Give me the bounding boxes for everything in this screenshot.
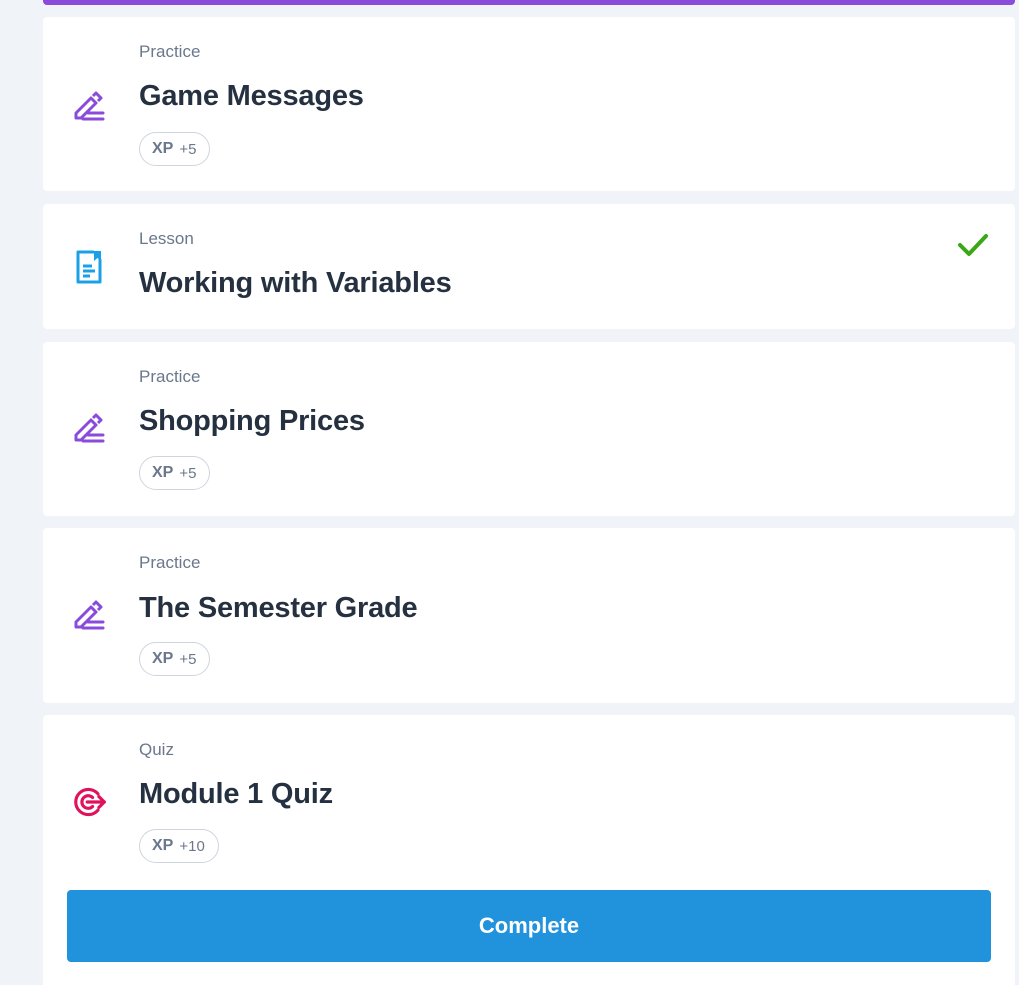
pencil-lines-icon	[71, 409, 107, 445]
pencil-lines-icon	[71, 87, 107, 123]
xp-badge: XP +10	[139, 829, 219, 863]
xp-badge: XP +5	[139, 642, 211, 676]
section-accent-bar	[43, 0, 1015, 5]
xp-label: XP	[152, 837, 174, 854]
list-item-working-with-variables[interactable]: Lesson Working with Variables	[43, 204, 1015, 329]
checkmark-icon	[957, 232, 989, 263]
item-type-label: Practice	[139, 42, 201, 61]
item-title[interactable]: Game Messages	[139, 79, 364, 113]
item-type-label: Practice	[139, 553, 201, 572]
xp-value: +10	[179, 837, 205, 855]
list-item-the-semester-grade[interactable]: Practice The Semester Grade XP +5	[43, 528, 1015, 703]
xp-value: +5	[179, 464, 197, 482]
item-type-label: Lesson	[139, 229, 194, 248]
xp-label: XP	[152, 650, 174, 667]
item-title[interactable]: Working with Variables	[139, 266, 452, 300]
xp-badge: XP +5	[139, 132, 211, 166]
pencil-lines-icon	[71, 596, 107, 632]
xp-badge: XP +5	[139, 456, 211, 490]
target-icon	[71, 784, 107, 820]
list-item-module-1-quiz[interactable]: Quiz Module 1 Quiz XP +10 Complete	[43, 715, 1015, 985]
list-item-shopping-prices[interactable]: Practice Shopping Prices XP +5	[43, 342, 1015, 516]
xp-value: +5	[179, 650, 197, 668]
item-title[interactable]: The Semester Grade	[139, 591, 418, 625]
item-title[interactable]: Shopping Prices	[139, 404, 365, 438]
item-type-label: Practice	[139, 367, 201, 386]
document-bookmark-icon	[71, 249, 107, 285]
complete-button[interactable]: Complete	[67, 890, 991, 962]
xp-label: XP	[152, 140, 174, 157]
item-type-label: Quiz	[139, 740, 174, 759]
list-item-game-messages[interactable]: Practice Game Messages XP +5	[43, 17, 1015, 191]
xp-value: +5	[179, 140, 197, 158]
item-title[interactable]: Module 1 Quiz	[139, 777, 333, 811]
xp-label: XP	[152, 464, 174, 481]
